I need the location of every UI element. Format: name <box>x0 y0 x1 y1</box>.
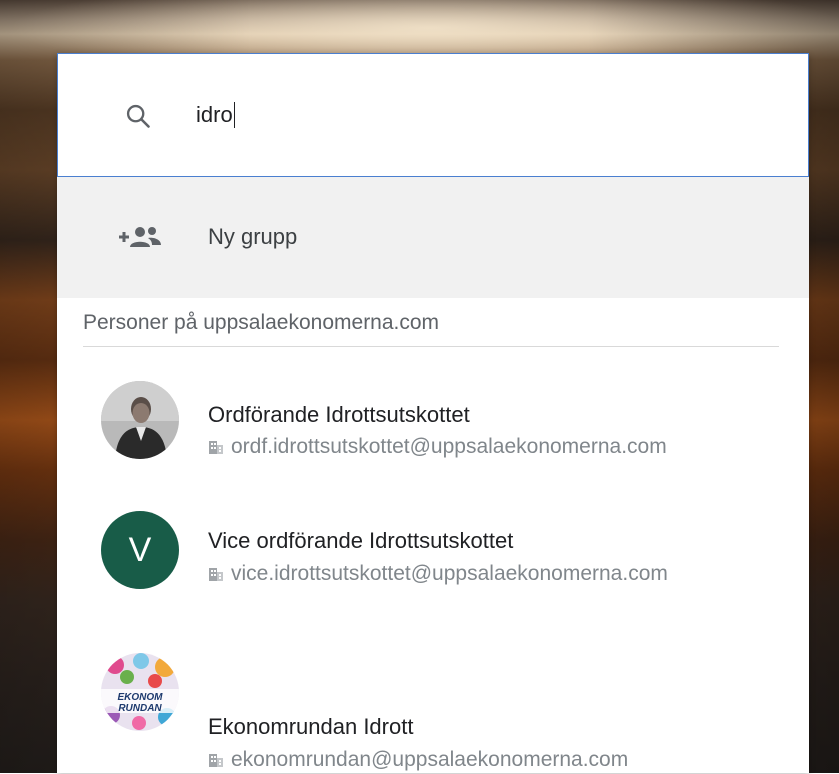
person-email-text: ordf.idrottsutskottet@uppsalaekonomerna.… <box>231 435 667 458</box>
person-result-3[interactable]: EKONOM RUNDAN Ekonomrundan Idrott ekonom… <box>57 625 809 771</box>
person-email: ordf.idrottsutskottet@uppsalaekonomerna.… <box>208 433 667 461</box>
person-email-text: ekonomrundan@uppsalaekonomerna.com <box>231 748 629 771</box>
person-name: Vice ordförande Idrottsutskottet <box>208 528 514 553</box>
add-group-icon <box>119 227 161 247</box>
search-input[interactable]: idro <box>196 100 236 130</box>
people-section-header: Personer på uppsalaekonomerna.com <box>83 311 440 334</box>
new-group-button[interactable]: Ny grupp <box>57 177 809 298</box>
search-box[interactable]: idro <box>57 53 809 177</box>
person-result-1[interactable]: Ordförande Idrottsutskottet ordf.idrotts… <box>57 369 809 479</box>
people-picker-panel: idro Ny grupp Personer på uppsalaekonome… <box>57 53 809 773</box>
person-email: vice.idrottsutskottet@uppsalaekonomerna.… <box>208 560 668 588</box>
person-email-text: vice.idrottsutskottet@uppsalaekonomerna.… <box>231 562 668 585</box>
person-name: Ordförande Idrottsutskottet <box>208 402 470 427</box>
avatar-letter-text: V <box>128 530 152 569</box>
svg-text:EKONOM: EKONOM <box>118 692 164 703</box>
building-icon <box>209 441 223 454</box>
text-caret <box>233 102 236 128</box>
avatar-letter: V <box>101 511 179 589</box>
svg-text:RUNDAN: RUNDAN <box>118 703 162 714</box>
person-name: Ekonomrundan Idrott <box>208 714 414 739</box>
search-icon <box>126 104 150 128</box>
avatar-photo <box>101 381 179 459</box>
person-result-2[interactable]: V Vice ordförande Idrottsutskottet vice.… <box>57 499 809 609</box>
new-group-label: Ny grupp <box>208 224 298 249</box>
section-divider <box>83 346 779 347</box>
search-query-text: idro <box>196 102 233 127</box>
person-email: ekonomrundan@uppsalaekonomerna.com <box>208 746 628 774</box>
avatar-logo: EKONOM RUNDAN <box>101 653 179 731</box>
building-icon <box>209 568 223 581</box>
building-icon <box>209 754 223 767</box>
